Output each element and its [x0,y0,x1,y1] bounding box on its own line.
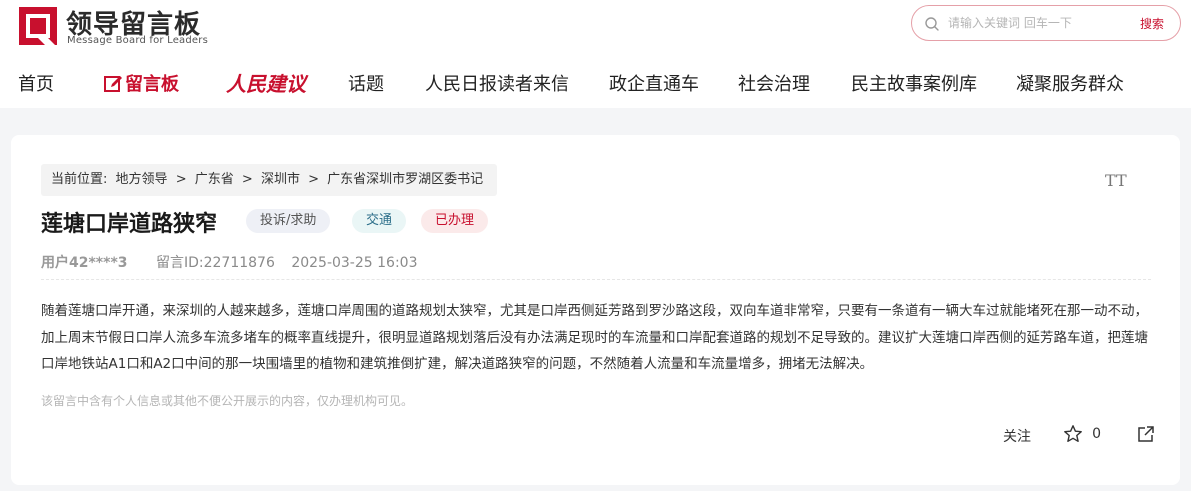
search-input[interactable] [948,12,1128,34]
message-card: 当前位置: 地方领导 > 广东省 > 深圳市 > 广东省深圳市罗湖区委书记 TT… [11,135,1180,485]
message-body: 随着莲塘口岸开通，来深圳的人越来越多，莲塘口岸周围的道路规划太狭窄，尤其是口岸西… [41,303,1148,372]
breadcrumb-item[interactable]: 地方领导 [116,172,168,187]
nav-message-board[interactable]: 留言板 [103,70,179,96]
logo-subtitle: Message Board for Leaders [67,35,209,46]
nav-readers-letters[interactable]: 人民日报读者来信 [425,70,569,96]
nav-topics[interactable]: 话题 [348,70,384,96]
nav-people-suggestions[interactable]: 人民建议 [226,68,306,97]
breadcrumb-separator: > [175,172,187,187]
message-id: 留言ID:22711876 [155,255,275,271]
breadcrumb-item[interactable]: 深圳市 [261,172,300,187]
message-actions: 关注 0 [955,424,1155,446]
breadcrumb-item[interactable]: 广东省深圳市罗湖区委书记 [327,172,483,187]
message-datetime: 2025-03-25 16:03 [291,255,418,271]
topic-tag: 交通 [352,209,407,233]
breadcrumb-item[interactable]: 广东省 [195,172,234,187]
message-meta: 用户42****3 留言ID:22711876 2025-03-25 16:03 [41,252,417,272]
font-size-toggle-icon[interactable]: TT [1105,171,1127,190]
search-box: 搜索 [911,5,1181,41]
nav-democracy-cases[interactable]: 民主故事案例库 [851,70,977,96]
star-icon[interactable] [1063,424,1083,444]
nav-enterprise-express[interactable]: 政企直通车 [609,70,699,96]
top-header: 领导留言板 Message Board for Leaders 搜索 首页 留言… [0,0,1191,108]
privacy-notice: 该留言中含有个人信息或其他不便公开展示的内容，仅办理机构可见。 [41,394,414,408]
category-tag: 投诉/求助 [246,209,331,233]
site-logo[interactable]: 领导留言板 Message Board for Leaders [18,4,218,46]
breadcrumb-separator: > [241,172,253,187]
star-count: 0 [1092,426,1101,442]
divider [41,279,1151,280]
logo-mark-icon [19,7,57,46]
follow-button[interactable]: 关注 [1003,426,1031,446]
breadcrumb: 当前位置: 地方领导 > 广东省 > 深圳市 > 广东省深圳市罗湖区委书记 [41,164,498,196]
breadcrumb-prefix: 当前位置: [51,172,108,187]
search-button[interactable]: 搜索 [1140,15,1164,32]
message-user: 用户42****3 [41,255,128,271]
status-badge: 已办理 [421,209,489,233]
search-icon [925,17,939,31]
main-nav: 首页 留言板 人民建议 话题 人民日报读者来信 政企直通车 社会治理 民主故事案… [0,64,1191,100]
pen-edit-icon [104,76,122,92]
nav-message-board-label: 留言板 [125,74,179,95]
nav-serve-masses[interactable]: 凝聚服务群众 [1016,70,1124,96]
message-title: 莲塘口岸道路狭窄 [41,212,218,237]
nav-social-governance[interactable]: 社会治理 [738,70,810,96]
nav-home[interactable]: 首页 [18,70,54,96]
share-icon[interactable] [1137,425,1155,443]
breadcrumb-separator: > [308,172,319,187]
